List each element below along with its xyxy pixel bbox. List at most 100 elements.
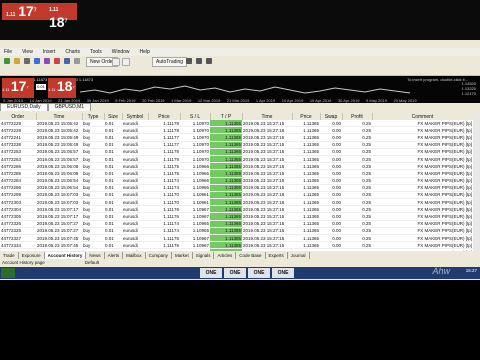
table-row[interactable]: 44772327 2019.05.23 15:07:45 buy 0.01 eurusd… <box>0 234 473 243</box>
terminal-tab[interactable]: Articles <box>214 252 237 259</box>
col-order[interactable]: Order <box>0 113 37 120</box>
market-watch-icon[interactable] <box>34 58 40 64</box>
profiles-icon[interactable] <box>24 58 30 64</box>
cell-profit: 0.25 <box>342 169 372 178</box>
col-time[interactable]: Time <box>36 113 83 120</box>
col-comment[interactable]: Comment <box>372 113 473 120</box>
one-click-sell[interactable]: 1.11 177 <box>2 78 34 98</box>
table-row[interactable]: 44772284 2019.05.23 15:06:54 buy 0.01 eurusd… <box>0 177 473 185</box>
cell-close-time: 2019.05.23 15:27:15 <box>242 248 292 251</box>
cell-sl: 1.10966 <box>180 184 210 192</box>
zoom-out-icon[interactable] <box>122 58 130 66</box>
terminal-tab[interactable]: Exposure <box>19 252 45 259</box>
candle-chart-icon[interactable] <box>196 58 202 64</box>
col-swap[interactable]: Swap <box>320 113 343 120</box>
cell-close-time: 2019.05.23 15:27:15 <box>242 184 292 192</box>
menu-insert[interactable]: Insert <box>43 49 56 55</box>
taskbar-item[interactable]: ONE <box>272 268 294 278</box>
terminal-tab[interactable]: News <box>86 252 105 259</box>
col-sl[interactable]: S / L <box>180 113 211 120</box>
col-tp[interactable]: T / P <box>210 113 243 120</box>
terminal-tab[interactable]: Market <box>172 252 193 259</box>
taskbar-item[interactable]: ONE <box>224 268 246 278</box>
terminal-tab[interactable]: Mailbox <box>123 252 146 259</box>
table-row[interactable]: 44772304 2019.05.23 15:07:17 buy 0.01 eurusd… <box>0 205 473 214</box>
terminal-tab[interactable]: Company <box>146 252 172 259</box>
col-profit[interactable]: Profit <box>342 113 373 120</box>
menu-window[interactable]: Window <box>112 49 130 55</box>
col-price[interactable]: Price <box>148 113 181 120</box>
col-close-time[interactable]: Time <box>242 113 293 120</box>
terminal-tab[interactable]: Experts <box>266 252 288 259</box>
taskbar-item[interactable]: ONE <box>248 268 270 278</box>
table-row[interactable]: 44772299 2019.05.23 15:07:03 buy 0.01 eurusd… <box>0 191 473 200</box>
table-row[interactable]: 44772305 2019.05.23 15:07:17 buy 0.01 eurusd… <box>0 212 473 221</box>
taskbar-item[interactable]: ONE <box>200 268 222 278</box>
cell-close-time: 2019.05.23 15:27:15 <box>242 191 292 200</box>
bar-chart-icon[interactable] <box>186 58 192 64</box>
table-row[interactable]: 44772286 2019.05.23 15:06:08 buy 0.01 eurusd… <box>0 162 473 171</box>
terminal-tab[interactable]: Alerts <box>105 252 124 259</box>
col-size[interactable]: Size <box>104 113 123 120</box>
col-type[interactable]: Type <box>82 113 105 120</box>
cell-order: 44772296 <box>0 184 36 192</box>
cell-size: 0.01 <box>104 191 122 200</box>
cell-order: 44772327 <box>0 234 36 243</box>
cell-symbol: eurusdi <box>122 184 148 192</box>
table-row[interactable]: 44772253 2019.05.23 15:05:57 buy 0.01 eurusd… <box>0 148 473 156</box>
sell-quote[interactable]: 1.11 177 <box>2 3 46 20</box>
table-row[interactable]: 44772303 2019.05.23 15:07:03 buy 0.01 eurusd… <box>0 198 473 207</box>
table-row[interactable]: 447723482019.05.23 15:08:02buy0.01eurusd… <box>0 248 473 251</box>
auto-trading-button[interactable]: AutoTrading <box>152 57 188 67</box>
vertical-scrollbar[interactable] <box>473 113 480 251</box>
tester-icon[interactable] <box>64 58 70 64</box>
table-row[interactable]: 44772325 2019.05.23 15:07:27 buy 0.01 eurusd… <box>0 227 473 236</box>
price-chart[interactable]: EURUSD,Daily: 1.11873 1.11932 1.11800 1.… <box>0 76 480 103</box>
chart-tab-gbpusd[interactable]: GBPUSD,M1 <box>47 103 92 111</box>
cell-sl: 1.10965 <box>180 227 210 236</box>
terminal-tab[interactable]: Code Base <box>236 252 266 259</box>
line-chart-icon[interactable] <box>206 58 212 64</box>
table-row[interactable]: 44772296 2019.05.23 15:06:54 buy 0.01 eurusd… <box>0 184 473 192</box>
cell-price: 1.11178 <box>148 120 180 128</box>
cell-size: 0.01 <box>104 141 122 149</box>
col-symbol[interactable]: Symbol <box>122 113 149 120</box>
menu-charts[interactable]: Charts <box>65 49 80 55</box>
cell-profit: 0.25 <box>342 162 372 171</box>
navigator-icon[interactable] <box>44 58 50 64</box>
one-click-buy[interactable]: 1.11 187 <box>48 78 76 98</box>
terminal-tab[interactable]: Trade <box>0 252 19 259</box>
table-row[interactable]: 44772241 2019.05.23 15:05:49 buy 0.01 eurusd… <box>0 133 473 142</box>
table-row[interactable]: 44772229 2019.05.23 15:05:42 buy 0.01 eurusd… <box>0 120 473 128</box>
zoom-in-icon[interactable] <box>112 58 120 66</box>
new-chart-icon[interactable] <box>4 58 10 64</box>
cell-size: 0.01 <box>104 205 122 214</box>
cell-sl: 1.10966 <box>180 162 210 171</box>
menu-tools[interactable]: Tools <box>90 49 102 55</box>
col-close-price[interactable]: Price <box>292 113 321 120</box>
table-row[interactable]: 44772228 2019.05.23 15:05:42 buy 0.01 eurusd… <box>0 126 473 135</box>
table-row[interactable]: 44772285 2019.05.23 15:06:08 buy 0.01 eurusd… <box>0 169 473 178</box>
table-row[interactable]: 44772326 2019.05.23 15:07:27 buy 0.01 eurusd… <box>0 220 473 228</box>
table-row[interactable]: 44772263 2019.05.23 15:05:57 buy 0.01 eurusd… <box>0 155 473 164</box>
menu-help[interactable]: Help <box>140 49 150 55</box>
start-button[interactable] <box>1 268 15 278</box>
terminal-tab[interactable]: Account History <box>44 252 87 259</box>
terminal-tab[interactable]: Signals <box>193 252 215 259</box>
menu-file[interactable]: File <box>4 49 12 55</box>
status-bar: Account History page Default <box>0 260 480 266</box>
menu-view[interactable]: View <box>22 49 33 55</box>
crosshair-icon[interactable] <box>74 58 80 64</box>
chart-tab-eurusd[interactable]: EURUSD,Daily <box>0 103 48 111</box>
terminal-tab[interactable]: Journal <box>288 252 310 259</box>
cell-close-price: 1.11365 <box>292 177 320 185</box>
terminal-icon[interactable] <box>54 58 60 64</box>
cell-type: buy <box>82 126 104 135</box>
lot-size-field[interactable]: 0.01 <box>36 84 46 90</box>
table-row[interactable]: 44772238 2019.05.23 15:05:49 buy 0.01 eurusd… <box>0 141 473 149</box>
table-row[interactable]: 44772334 2019.05.23 15:07:45 buy 0.01 eurusd… <box>0 241 473 250</box>
buy-quote[interactable]: 1.11 187 <box>45 3 77 30</box>
open-icon[interactable] <box>14 58 20 64</box>
table-header: Order Time Type Size Symbol Price S / L … <box>0 113 473 120</box>
cell-sl: 1.10961 <box>180 198 210 207</box>
